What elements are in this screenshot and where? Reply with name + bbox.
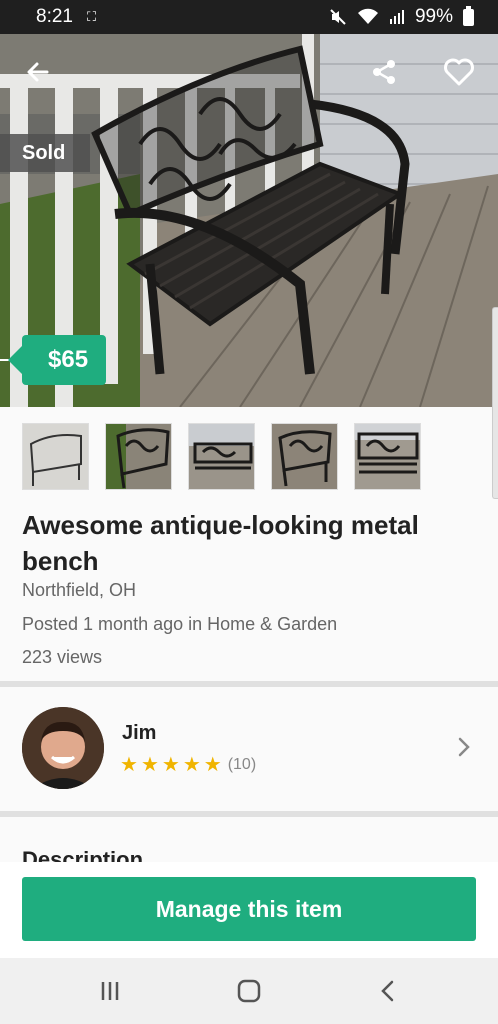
description-heading: Description (22, 847, 144, 862)
star-icon: ★ (120, 754, 138, 776)
heart-icon (444, 58, 474, 86)
star-icon: ★ (161, 754, 180, 776)
thumbnail[interactable] (354, 423, 421, 490)
battery-percent: 99% (414, 6, 453, 27)
status-icons: 99% (329, 5, 474, 28)
star-icon: ★ (140, 754, 159, 776)
share-button[interactable] (362, 50, 406, 94)
thumbnail[interactable] (105, 423, 172, 490)
wifi-icon (357, 8, 378, 24)
battery-icon (463, 5, 474, 26)
seller-name: Jim (122, 722, 157, 744)
star-icon: ★ (203, 754, 222, 776)
status-time: 8:21 (36, 6, 73, 27)
back-chevron-icon (381, 980, 394, 1002)
back-arrow-icon (27, 62, 49, 82)
favorite-button[interactable] (437, 50, 481, 94)
sold-badge: Sold (0, 134, 90, 172)
signal-icon (389, 10, 404, 24)
back-button[interactable] (16, 50, 60, 94)
avatar (22, 707, 104, 789)
description-section: Description (0, 817, 498, 862)
price-tag: $65 (7, 335, 107, 385)
thumbnail[interactable] (271, 423, 338, 490)
seller-rating: ★ ★ ★ ★ ★ (10) (120, 755, 256, 775)
share-icon (373, 60, 395, 84)
status-bar: 8:21 ⛶ 99% (0, 0, 498, 34)
rating-count: (10) (227, 756, 257, 773)
home-icon (237, 979, 261, 1003)
recent-apps-button[interactable] (80, 966, 140, 1016)
recent-apps-icon (101, 982, 118, 1000)
system-nav-bar (0, 958, 498, 1024)
manage-item-button[interactable]: Manage this item (22, 877, 476, 941)
star-icon: ★ (182, 754, 201, 776)
listing-details: Awesome antique-looking metal bench Nort… (0, 307, 498, 681)
listing-title: Awesome antique-looking metal bench (22, 510, 419, 576)
thumbnail[interactable] (188, 423, 255, 490)
listing-photo[interactable]: Sold $65 (0, 34, 498, 407)
mute-icon (330, 9, 346, 25)
thumbnail[interactable] (22, 423, 89, 490)
chevron-right-icon (458, 737, 470, 757)
action-bar: Manage this item (0, 862, 498, 958)
screen-notification-icon: ⛶ (86, 9, 98, 24)
listing-location: Northfield, OH (22, 580, 137, 600)
listing-views: 223 views (22, 647, 103, 667)
thumbnail-strip (22, 423, 421, 490)
seller-row[interactable]: Jim ★ ★ ★ ★ ★ (10) (0, 687, 498, 811)
listing-posted: Posted 1 month ago in Home & Garden (22, 614, 338, 634)
scroll-handle[interactable] (492, 307, 498, 499)
home-button[interactable] (219, 966, 279, 1016)
system-back-button[interactable] (358, 966, 418, 1016)
